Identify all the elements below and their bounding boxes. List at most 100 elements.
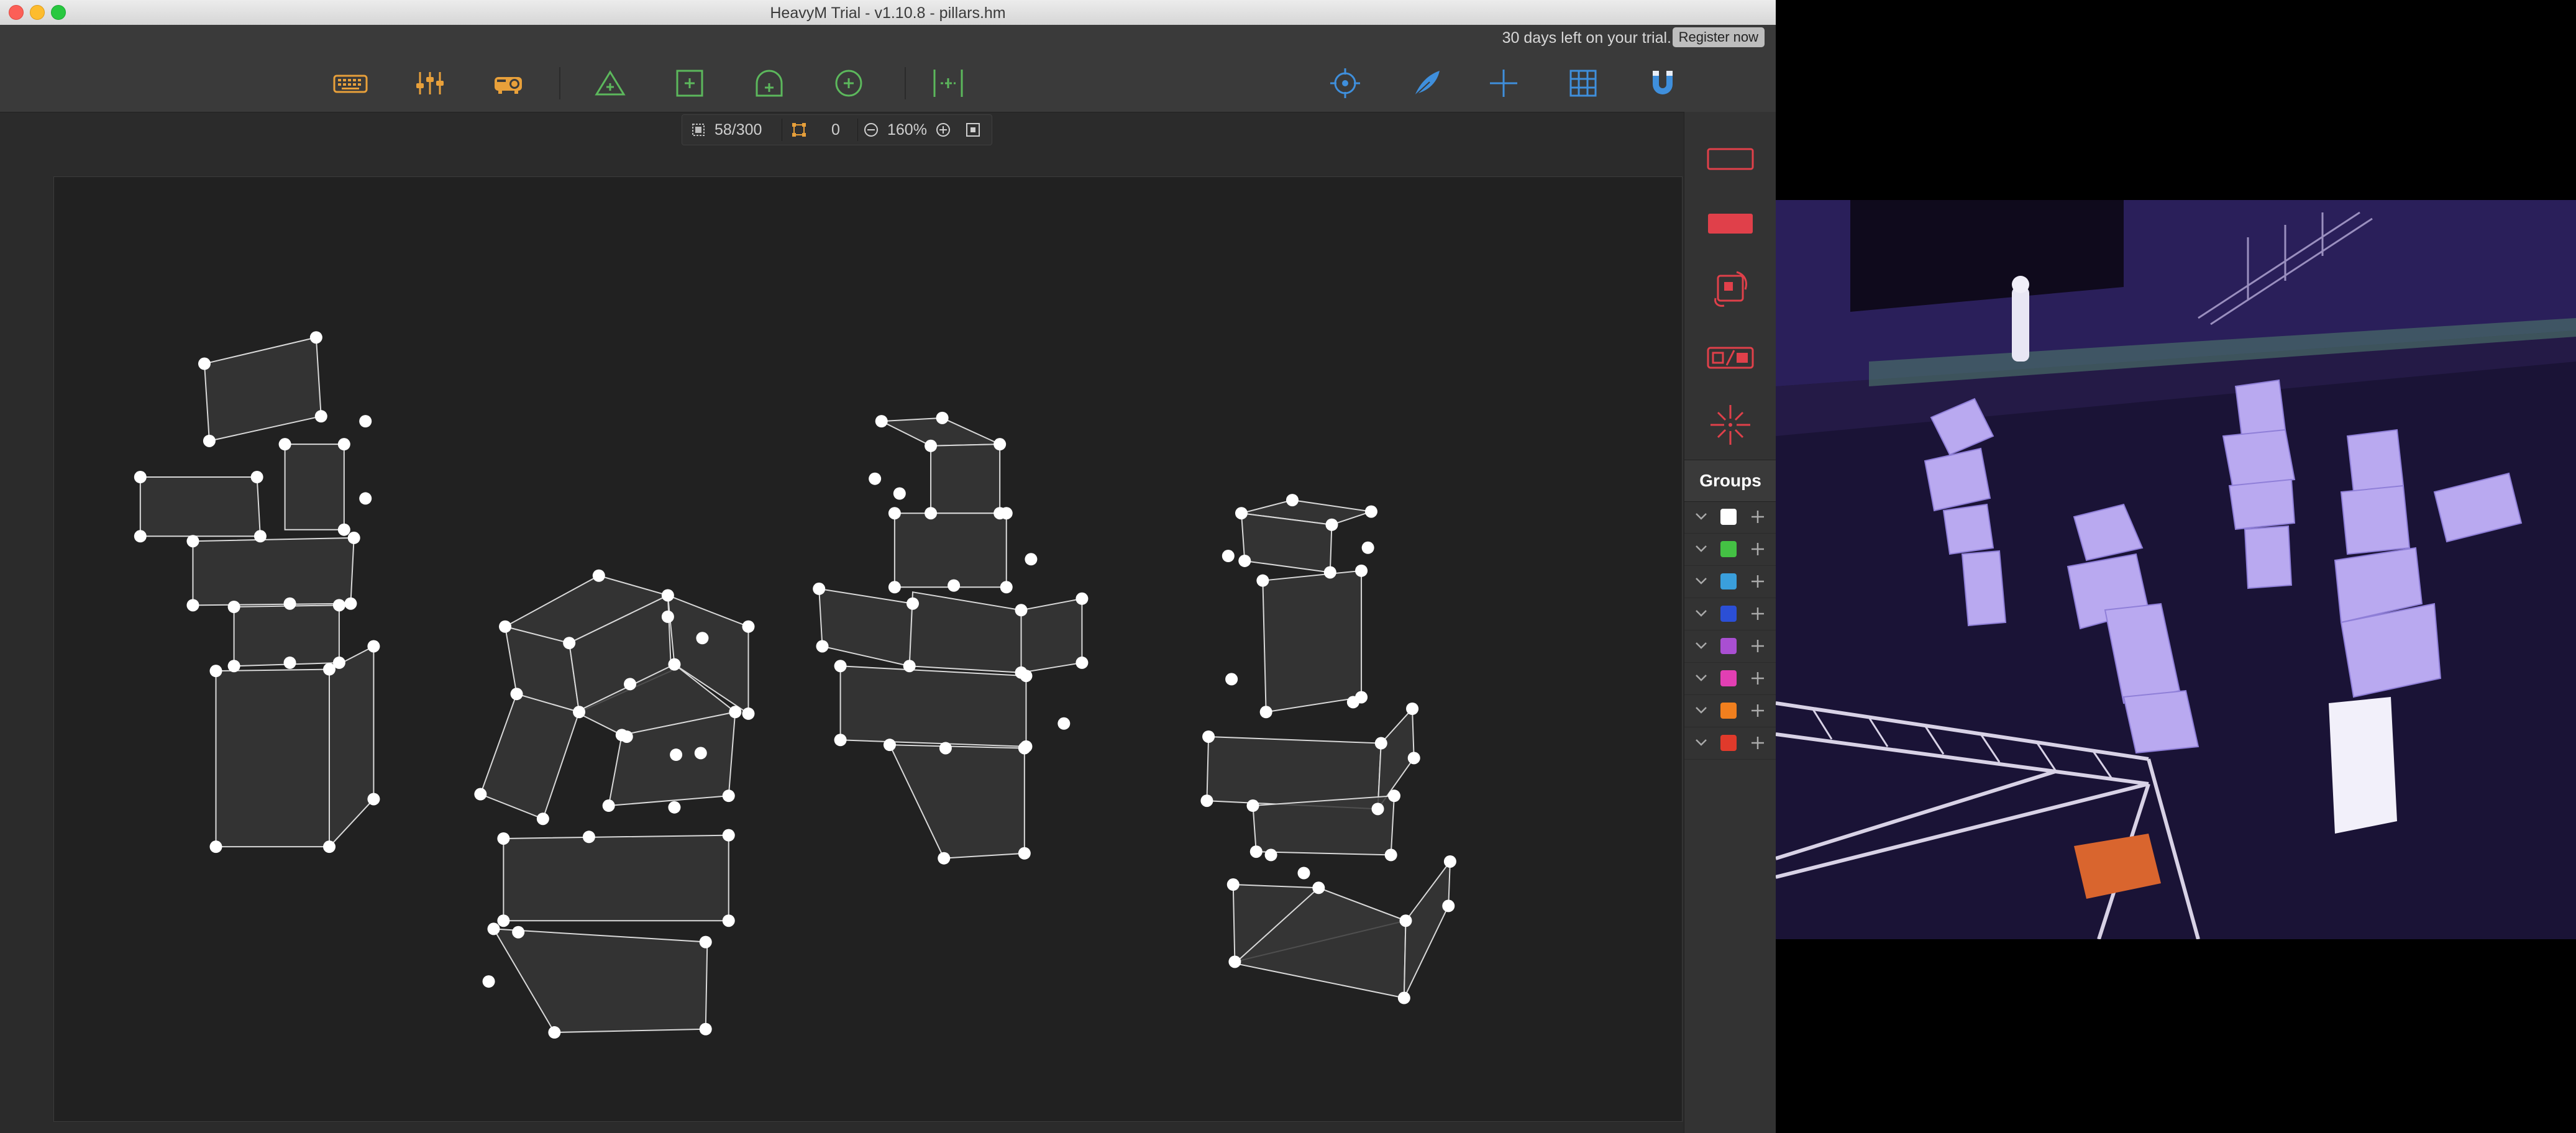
vertex-handle[interactable] xyxy=(592,569,605,582)
vertex-handle[interactable] xyxy=(1076,656,1089,669)
vertex-handle[interactable] xyxy=(499,620,512,633)
outline-shape-icon[interactable] xyxy=(1706,134,1755,184)
mapping-surface[interactable] xyxy=(503,834,729,922)
vertex-handle[interactable] xyxy=(510,688,523,701)
group-color-swatch[interactable] xyxy=(1720,670,1737,686)
vertex-handle[interactable] xyxy=(563,637,576,650)
vertex-handle[interactable] xyxy=(742,707,755,720)
group-row[interactable] xyxy=(1684,662,1776,695)
vertex-handle[interactable] xyxy=(1442,899,1455,912)
vertex-handle[interactable] xyxy=(1312,881,1325,894)
chevron-down-icon[interactable] xyxy=(1693,508,1709,524)
vertex-handle[interactable] xyxy=(227,601,240,614)
vertex-handle[interactable] xyxy=(1057,717,1071,730)
vertex-handle[interactable] xyxy=(722,914,735,927)
mapping-surface[interactable] xyxy=(233,604,340,667)
vertex-handle[interactable] xyxy=(888,581,901,594)
vertex-handle[interactable] xyxy=(474,788,487,801)
vertex-handle[interactable] xyxy=(250,471,263,484)
vertex-handle[interactable] xyxy=(670,749,683,762)
vertex-handle[interactable] xyxy=(283,597,296,610)
vertex-handle[interactable] xyxy=(1018,742,1031,755)
mapping-surface[interactable] xyxy=(1020,598,1083,673)
vertex-handle[interactable] xyxy=(939,742,952,755)
triangle-add-icon[interactable] xyxy=(591,65,629,102)
vertex-handle[interactable] xyxy=(186,599,199,612)
vertex-handle[interactable] xyxy=(699,1022,712,1035)
vertex-handle[interactable] xyxy=(1325,518,1338,531)
vertex-handle[interactable] xyxy=(620,730,633,743)
vertex-handle[interactable] xyxy=(332,599,345,612)
vertex-handle[interactable] xyxy=(134,471,147,484)
register-button[interactable]: Register now xyxy=(1672,27,1765,47)
vertex-handle[interactable] xyxy=(1246,799,1259,812)
projector-icon[interactable] xyxy=(491,65,528,102)
vertex-handle[interactable] xyxy=(359,415,372,428)
vertex-handle[interactable] xyxy=(722,829,735,842)
mapping-surface[interactable] xyxy=(818,588,914,667)
mapping-surface[interactable] xyxy=(215,668,330,848)
vertex-handle[interactable] xyxy=(1000,581,1013,594)
mapping-canvas[interactable] xyxy=(53,176,1683,1122)
mapping-surface[interactable] xyxy=(1403,859,1451,998)
group-color-swatch[interactable] xyxy=(1720,735,1737,751)
group-row[interactable] xyxy=(1684,727,1776,760)
vertex-handle[interactable] xyxy=(134,530,147,543)
vertex-handle[interactable] xyxy=(314,410,327,423)
vertex-handle[interactable] xyxy=(1000,507,1013,520)
vertex-handle[interactable] xyxy=(186,535,199,548)
vertex-handle[interactable] xyxy=(1076,592,1089,605)
vertex-handle[interactable] xyxy=(834,660,847,673)
vertex-handle[interactable] xyxy=(1361,541,1374,554)
group-row[interactable] xyxy=(1684,501,1776,534)
vertex-handle[interactable] xyxy=(497,914,510,927)
keyboard-icon[interactable] xyxy=(332,65,369,102)
vertex-handle[interactable] xyxy=(1407,752,1420,765)
vertex-handle[interactable] xyxy=(1346,696,1359,709)
vertex-handle[interactable] xyxy=(696,632,709,645)
vertex-handle[interactable] xyxy=(1025,553,1038,566)
vertex-handle[interactable] xyxy=(278,438,291,451)
vertex-handle[interactable] xyxy=(1222,550,1235,563)
plus-cursor-icon[interactable] xyxy=(1485,65,1522,102)
chevron-down-icon[interactable] xyxy=(1693,670,1709,686)
vertex-handle[interactable] xyxy=(1364,505,1377,518)
vertex-handle[interactable] xyxy=(1399,914,1412,927)
add-to-group-icon[interactable] xyxy=(1749,508,1766,526)
vertex-handle[interactable] xyxy=(729,706,742,719)
vertex-handle[interactable] xyxy=(203,434,216,447)
vertex-handle[interactable] xyxy=(1202,730,1215,743)
vertex-handle[interactable] xyxy=(253,530,267,543)
line-add-icon[interactable] xyxy=(929,65,967,102)
vertex-handle[interactable] xyxy=(742,620,755,633)
vertex-handle[interactable] xyxy=(573,706,586,719)
vertex-handle[interactable] xyxy=(347,531,360,544)
chevron-down-icon[interactable] xyxy=(1693,540,1709,557)
vertex-handle[interactable] xyxy=(512,926,525,939)
vertex-handle[interactable] xyxy=(699,935,712,949)
group-row[interactable] xyxy=(1684,598,1776,630)
vertex-handle[interactable] xyxy=(1225,673,1238,686)
vertex-handle[interactable] xyxy=(1406,702,1419,715)
vertex-handle[interactable] xyxy=(1238,554,1251,567)
vertex-handle[interactable] xyxy=(925,507,938,520)
vertex-handle[interactable] xyxy=(1259,706,1272,719)
vertex-handle[interactable] xyxy=(1228,955,1241,968)
chevron-down-icon[interactable] xyxy=(1693,573,1709,589)
square-add-icon[interactable] xyxy=(671,65,708,102)
mapping-surface[interactable] xyxy=(1252,795,1395,856)
vertex-handle[interactable] xyxy=(1015,604,1028,617)
group-row[interactable] xyxy=(1684,630,1776,663)
vertex-handle[interactable] xyxy=(993,438,1007,451)
vertex-handle[interactable] xyxy=(536,812,549,826)
add-to-group-icon[interactable] xyxy=(1749,573,1766,590)
swap-icon[interactable] xyxy=(1706,333,1755,383)
vertex-handle[interactable] xyxy=(1256,574,1269,587)
vertex-handle[interactable] xyxy=(938,852,951,865)
vertex-handle[interactable] xyxy=(487,922,500,935)
vertex-handle[interactable] xyxy=(337,438,350,451)
vertex-handle[interactable] xyxy=(1387,789,1400,803)
feather-icon[interactable] xyxy=(1407,65,1445,102)
group-row[interactable] xyxy=(1684,565,1776,598)
mapping-surface[interactable] xyxy=(893,512,1007,588)
